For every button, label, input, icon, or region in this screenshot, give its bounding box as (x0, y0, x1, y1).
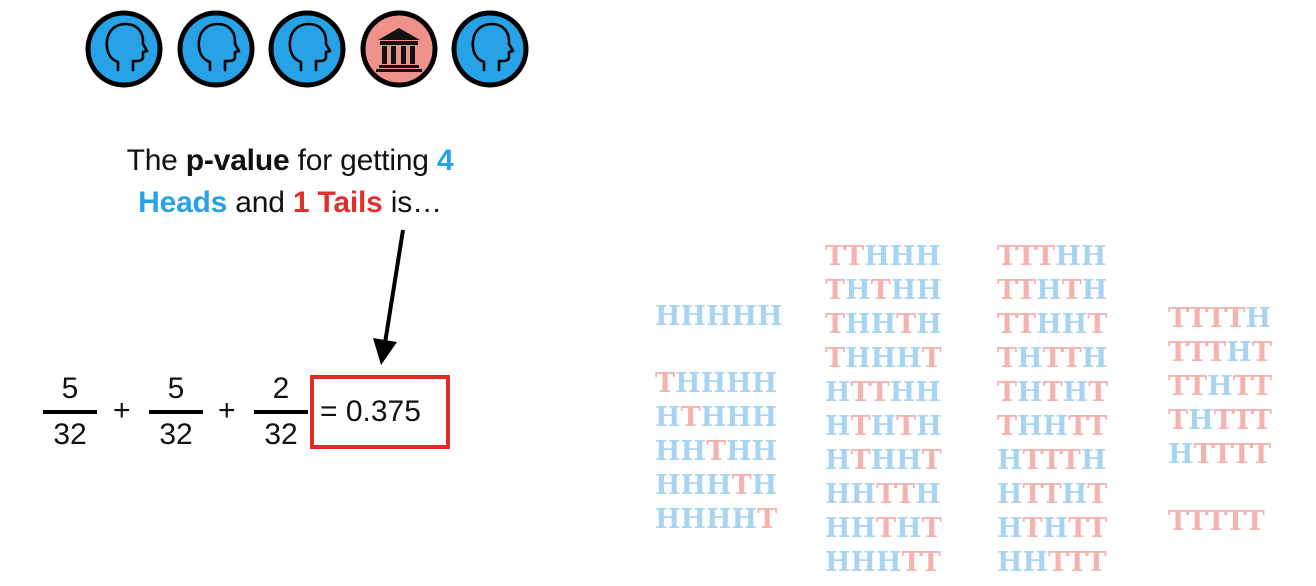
outcome-sequences: HHHHH THHHH HTHHH HHTHH HHHTH HHHHT TTHHH THTHH… (0, 0, 1316, 586)
outcome-sequence: TTHTH (997, 275, 1108, 306)
outcome-sequence: HTHTT (997, 513, 1108, 544)
outcome-sequence: TTHTT (1168, 371, 1272, 402)
outcome-sequence: TTTTT (1168, 506, 1265, 537)
outcome-sequence: HTTTH (997, 445, 1107, 476)
outcome-sequence: THTHH (825, 275, 942, 306)
outcome-sequence: HHTHH (655, 436, 778, 467)
outcome-sequence: HTHTH (825, 411, 942, 442)
outcome-sequence: HTTHH (825, 377, 941, 408)
outcome-sequence: HHHTT (825, 547, 941, 578)
outcome-sequence: HTHHT (825, 445, 942, 476)
outcome-sequence: HHHHH (655, 301, 783, 332)
outcome-sequence: THTTT (1168, 405, 1272, 436)
outcome-sequence: TTHHH (825, 241, 941, 272)
outcome-sequence: THTHT (997, 377, 1109, 408)
outcome-sequence: THHHT (825, 343, 942, 374)
outcome-sequence: THHTH (825, 309, 942, 340)
outcome-sequence: HHTTH (825, 479, 941, 510)
outcome-sequence: HHHHT (655, 504, 778, 535)
outcome-sequence: TTHHT (997, 309, 1108, 340)
outcome-sequence: THHHH (655, 368, 778, 399)
outcome-sequence: TTTTH (1168, 303, 1272, 334)
outcome-sequence: HTHHH (655, 402, 778, 433)
outcome-sequence: HTTTT (1168, 439, 1272, 470)
outcome-sequence: THTTH (997, 343, 1108, 374)
outcome-sequence: HHHTH (655, 470, 778, 501)
outcome-sequence: TTTHH (997, 241, 1107, 272)
outcome-sequence: THHTT (997, 411, 1108, 442)
outcome-sequence: HTTHT (997, 479, 1108, 510)
outcome-sequence: HHTTT (997, 547, 1107, 578)
outcome-sequence: HHTHT (825, 513, 942, 544)
outcome-sequence: TTTHT (1168, 337, 1272, 368)
